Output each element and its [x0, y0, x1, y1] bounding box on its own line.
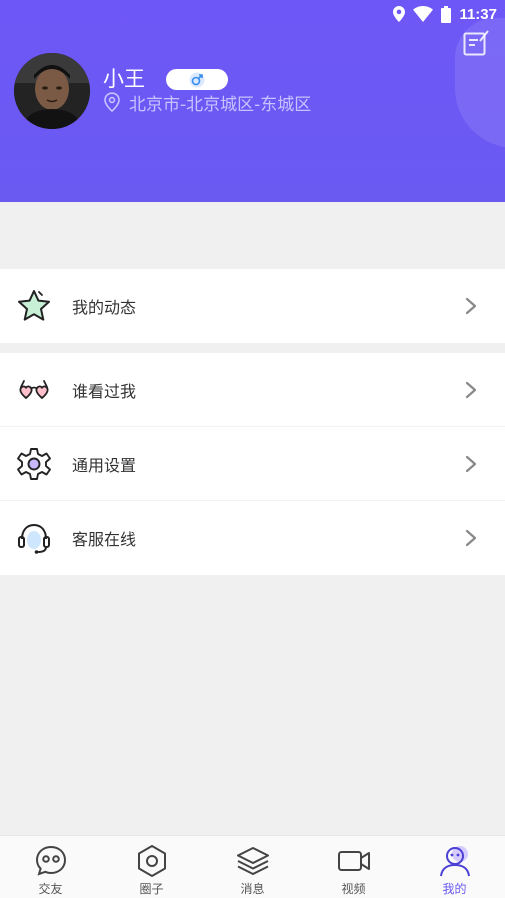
status-time: 11:37 [459, 5, 497, 23]
bottom-nav: 交友 圈子 消息 视频 我的 [0, 835, 505, 898]
chevron-right-icon [465, 455, 477, 472]
menu-label: 通用设置 [72, 455, 137, 475]
nav-label: 我的 [442, 882, 467, 896]
nav-item-video[interactable]: 视频 [303, 836, 404, 898]
chevron-right-icon [465, 529, 477, 547]
gear-icon [17, 447, 51, 480]
location-outline-icon [104, 92, 120, 112]
chevron-right-icon [465, 297, 477, 315]
layers-icon [236, 847, 269, 875]
avatar[interactable] [14, 53, 90, 129]
nav-item-messages[interactable]: 消息 [202, 836, 303, 898]
star-icon [18, 290, 50, 321]
menu-item-my-moments[interactable]: 我的动态 [0, 269, 505, 343]
location-pin-icon [393, 6, 406, 22]
menu-label: 谁看过我 [72, 381, 137, 401]
nav-label: 圈子 [139, 882, 164, 896]
menu-label: 客服在线 [72, 530, 137, 549]
nav-item-friends[interactable]: 交友 [0, 836, 101, 898]
hexagon-icon [137, 845, 166, 877]
menu-label: 我的动态 [72, 298, 137, 317]
headset-icon [18, 523, 50, 554]
menu-item-general-settings[interactable]: 通用设置 [0, 427, 505, 501]
nav-label: 消息 [240, 882, 265, 896]
menu-group-settings: 谁看过我 通用设置 客服在线 [0, 353, 505, 575]
video-camera-icon [337, 851, 370, 871]
nav-item-circle[interactable]: 圈子 [101, 836, 202, 898]
menu-group-moments: 我的动态 [0, 269, 505, 343]
chat-face-icon [35, 845, 66, 876]
status-bar: 11:37 [393, 3, 497, 25]
wifi-icon [413, 6, 434, 22]
edit-profile-icon[interactable] [462, 29, 490, 57]
profile-screen: 11:37 小王 北京市-北京城区-东城区 我的动态 谁看过我 通用设置 客服在… [0, 0, 505, 898]
username: 小王 [103, 67, 145, 91]
menu-item-who-viewed-me[interactable]: 谁看过我 [0, 353, 505, 427]
heart-glasses-icon [19, 379, 49, 399]
location-row: 北京市-北京城区-东城区 [103, 91, 312, 115]
gender-badge [166, 69, 228, 90]
profile-header: 11:37 小王 北京市-北京城区-东城区 [0, 0, 505, 202]
male-gender-icon [189, 72, 205, 87]
nav-label: 交友 [38, 882, 63, 896]
location-text: 北京市-北京城区-东城区 [129, 94, 312, 115]
chevron-right-icon [465, 381, 477, 398]
avatar-photo [14, 53, 90, 129]
nav-item-mine[interactable]: 我的 [404, 836, 505, 898]
menu-item-customer-service[interactable]: 客服在线 [0, 501, 505, 575]
battery-icon [441, 5, 452, 23]
nav-label: 视频 [341, 882, 366, 896]
profile-icon [439, 846, 470, 877]
